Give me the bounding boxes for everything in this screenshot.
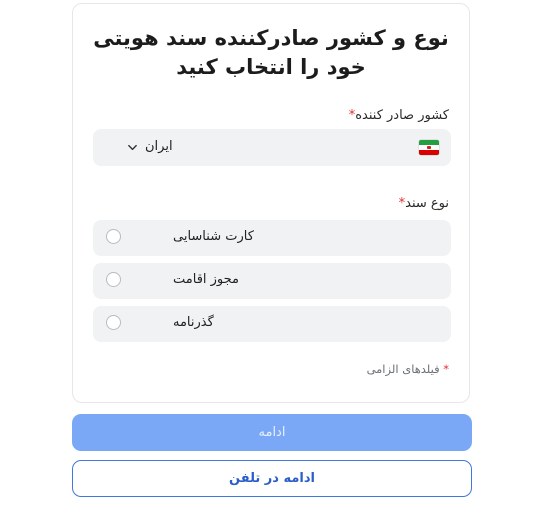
- doc-option-residence-permit[interactable]: مجوز اقامت: [93, 263, 451, 299]
- required-fields-note: * فیلدهای الزامی: [367, 362, 449, 376]
- required-asterisk: *: [443, 362, 449, 376]
- doc-option-passport[interactable]: گذرنامه: [93, 306, 451, 342]
- form-title: نوع و کشور صادرکننده سند هویتی خود را ان…: [93, 26, 449, 79]
- radio-button[interactable]: [106, 315, 121, 330]
- chevron-down-icon: [128, 144, 137, 151]
- doc-type-label: نوع سند*: [399, 196, 449, 211]
- required-note-text: فیلدهای الزامی: [366, 362, 440, 376]
- doc-option-id-card[interactable]: کارت شناسایی: [93, 220, 451, 256]
- continue-on-phone-button[interactable]: ادامه در تلفن: [72, 460, 472, 497]
- doc-option-label: مجوز اقامت: [173, 272, 239, 287]
- continue-button[interactable]: ادامه: [72, 414, 472, 451]
- country-label-text: کشور صادر کننده: [355, 108, 449, 123]
- doc-option-label: کارت شناسایی: [173, 229, 254, 244]
- radio-button[interactable]: [106, 272, 121, 287]
- iran-flag-icon: [419, 140, 439, 155]
- country-select-value: ایران: [145, 139, 173, 154]
- radio-button[interactable]: [106, 229, 121, 244]
- country-select[interactable]: ایران: [93, 129, 451, 166]
- doc-type-label-text: نوع سند: [405, 196, 449, 211]
- doc-option-label: گذرنامه: [173, 315, 214, 330]
- country-label: کشور صادر کننده*: [349, 108, 449, 123]
- id-document-form-card: نوع و کشور صادرکننده سند هویتی خود را ان…: [72, 3, 470, 403]
